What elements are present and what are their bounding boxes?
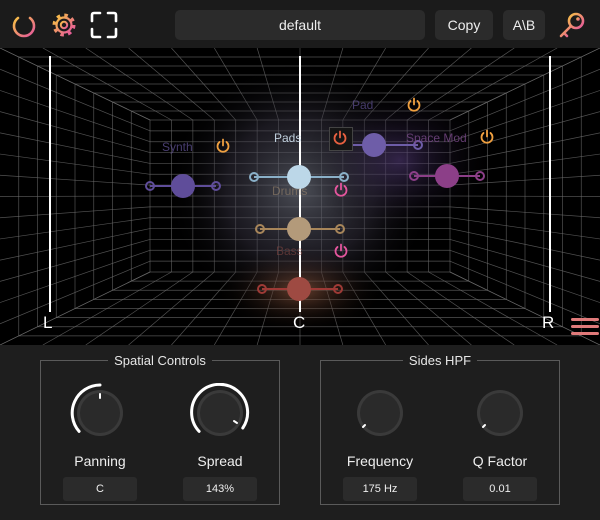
- pad-power-icon[interactable]: [405, 96, 423, 114]
- node-label-synth: Synth: [162, 140, 193, 154]
- ab-compare-button[interactable]: A\B: [503, 10, 545, 40]
- spread-knob[interactable]: [190, 383, 250, 443]
- sides-hpf-title: Sides HPF: [402, 353, 478, 368]
- q-factor-control: Q Factor 0.01: [450, 383, 550, 501]
- frequency-value[interactable]: 175 Hz: [343, 477, 417, 501]
- node-label-space-mod: Space Mod: [406, 131, 467, 145]
- node-label-bass: Bass: [276, 244, 303, 258]
- gear-icon[interactable]: [48, 9, 80, 41]
- key-icon[interactable]: [556, 9, 588, 41]
- menu-icon[interactable]: [571, 315, 599, 343]
- spatial-controls-panel: Spatial Controls Panning C Spread 143%: [40, 353, 280, 505]
- panning-knob[interactable]: [70, 383, 130, 443]
- controls-area: Spatial Controls Panning C Spread 143% S…: [0, 345, 600, 520]
- q-factor-knob[interactable]: [470, 383, 530, 443]
- top-bar: default Copy A\B: [0, 0, 600, 48]
- panning-value[interactable]: C: [63, 477, 137, 501]
- power-icon[interactable]: [8, 9, 40, 41]
- frequency-label: Frequency: [346, 453, 414, 469]
- q-factor-label: Q Factor: [472, 453, 528, 469]
- q-factor-value[interactable]: 0.01: [463, 477, 537, 501]
- preset-name-field[interactable]: default: [175, 10, 425, 40]
- sides-hpf-panel: Sides HPF Frequency 175 Hz Q Factor 0.01: [320, 353, 560, 505]
- center-label: C: [293, 313, 306, 332]
- copy-button[interactable]: Copy: [435, 10, 493, 40]
- synth-power-icon[interactable]: [214, 137, 232, 155]
- panning-control: Panning C: [50, 383, 150, 501]
- frequency-knob[interactable]: [350, 383, 410, 443]
- drums-power-icon[interactable]: [332, 181, 350, 199]
- spread-control: Spread 143%: [170, 383, 270, 501]
- frequency-control: Frequency 175 Hz: [330, 383, 430, 501]
- panning-label: Panning: [74, 453, 126, 469]
- spread-value[interactable]: 143%: [183, 477, 257, 501]
- node-label-drums: Drums: [272, 184, 308, 198]
- bass-power-icon[interactable]: [332, 242, 350, 260]
- node-label-pads: Pads: [274, 131, 302, 145]
- right-label: R: [542, 313, 555, 332]
- node-label-pad: Pad: [352, 98, 374, 112]
- space-mod-power-icon[interactable]: [478, 128, 496, 146]
- fullscreen-icon[interactable]: [88, 9, 120, 41]
- left-label: L: [43, 313, 53, 332]
- spatial-stage[interactable]: Pads Synth Pad Space Mod Drums Bass L C …: [0, 48, 600, 345]
- spread-label: Spread: [197, 453, 243, 469]
- spatial-controls-title: Spatial Controls: [108, 353, 212, 368]
- pads-power-icon[interactable]: [331, 129, 349, 147]
